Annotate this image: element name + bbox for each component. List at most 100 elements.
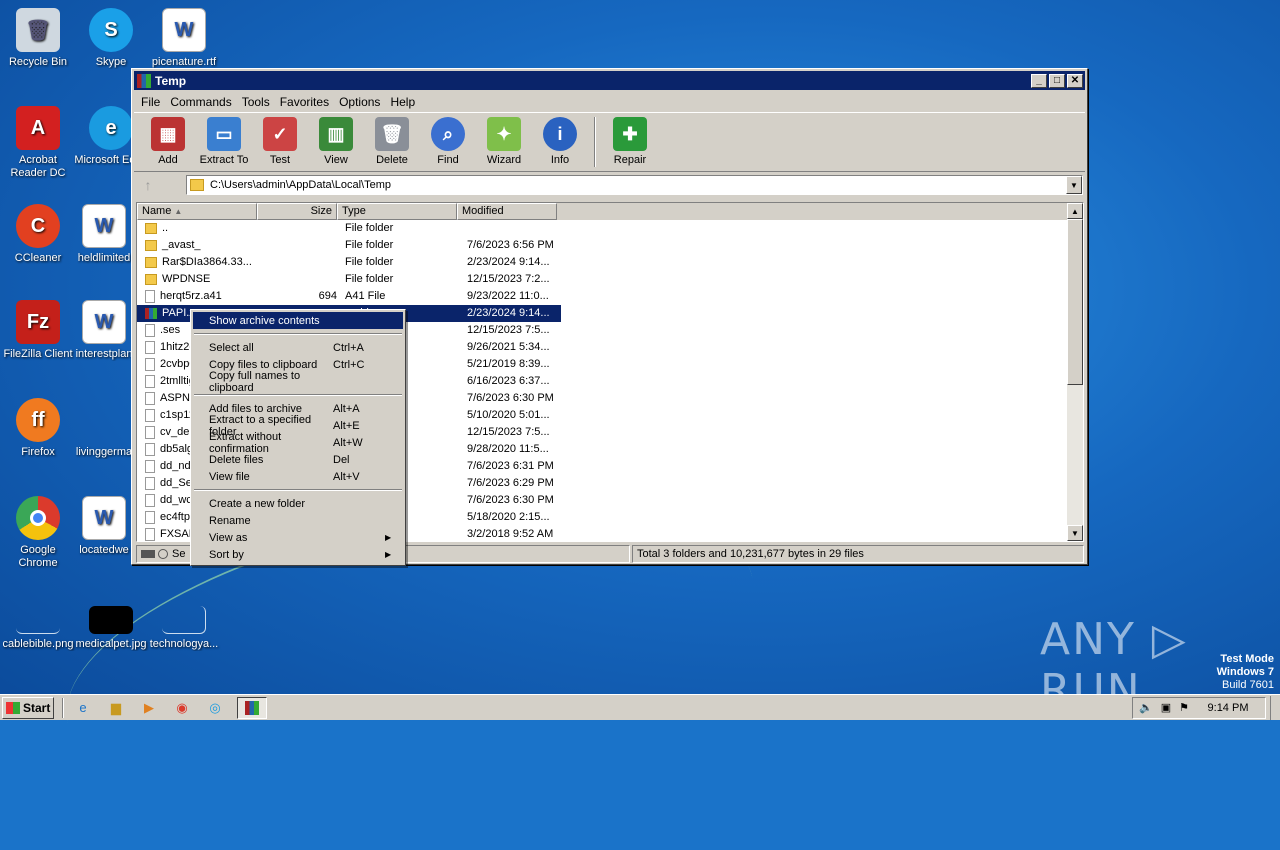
- row-cells: Rar$DIa3864.33... File folder 2/23/2024 …: [137, 254, 561, 271]
- menu-file[interactable]: File: [136, 95, 165, 109]
- desktop-icon-filezilla[interactable]: Fz FileZilla Client: [0, 300, 76, 361]
- up-arrow-icon[interactable]: ↑: [136, 175, 160, 195]
- menu-help[interactable]: Help: [385, 95, 420, 109]
- menu-item-shortcut: Ctrl+C: [333, 358, 365, 371]
- context-menu-item[interactable]: Rename: [193, 512, 403, 529]
- cell-type: File folder: [345, 256, 394, 268]
- file-name: _avast_: [162, 239, 201, 251]
- context-menu-item[interactable]: View as ▶: [193, 529, 403, 546]
- cell-type: File folder: [345, 239, 394, 251]
- title-bar[interactable]: Temp _ □ ✕: [134, 71, 1085, 90]
- menu-tools[interactable]: Tools: [237, 95, 275, 109]
- close-button[interactable]: ✕: [1067, 73, 1083, 88]
- add-button[interactable]: ▦ Add: [140, 117, 196, 166]
- tool-label: Info: [550, 154, 570, 166]
- file-row[interactable]: WPDNSE File folder 12/15/2023 7:2...: [137, 271, 1083, 288]
- windows-watermark: Test Mode Windows 7 Build 7601: [1217, 653, 1274, 692]
- column-header-size[interactable]: Size: [257, 203, 337, 220]
- test-button[interactable]: ✓ Test: [252, 117, 308, 166]
- desktop-icon-cablebible[interactable]: cablebible.png: [0, 606, 76, 651]
- context-menu-item[interactable]: Show archive contents: [193, 312, 403, 329]
- context-menu-item[interactable]: Extract without confirmation Alt+W: [193, 431, 403, 455]
- maximize-button[interactable]: □: [1049, 73, 1065, 88]
- tool-label: Test: [269, 154, 291, 166]
- file-icon: [145, 477, 155, 490]
- cell-name: herqt5rz.a41: [141, 288, 261, 305]
- context-menu-item[interactable]: Sort by ▶: [193, 546, 403, 563]
- chrome-icon: [16, 496, 60, 540]
- context-menu-item[interactable]: Select all Ctrl+A: [193, 339, 403, 356]
- find-button[interactable]: ⌕ Find: [420, 117, 476, 166]
- desktop-icon-acrobat[interactable]: A Acrobat Reader DC: [0, 106, 76, 180]
- menu-item-label: Create a new folder: [209, 497, 305, 510]
- delete-button[interactable]: 🗑 Delete: [364, 117, 420, 166]
- edge-icon[interactable]: ◎: [204, 698, 226, 718]
- desktop-icon-ccleaner[interactable]: C CCleaner: [0, 204, 76, 265]
- repair-button[interactable]: ✚ Repair: [602, 117, 658, 166]
- magnifier-icon: ⌕: [431, 117, 465, 151]
- status-left-text: Se: [172, 548, 186, 560]
- desktop-icon-technologya[interactable]: technologya...: [146, 606, 222, 651]
- context-menu-item[interactable]: Copy full names to clipboard: [193, 370, 403, 394]
- cell-modified: 6/16/2023 6:37...: [467, 375, 550, 387]
- extract-to-button[interactable]: ▭ Extract To: [196, 117, 252, 166]
- view-button[interactable]: ▥ View: [308, 117, 364, 166]
- network-icon[interactable]: ▣: [1161, 701, 1171, 714]
- file-row[interactable]: .. File folder: [137, 220, 1083, 237]
- context-menu-item[interactable]: View file Alt+V: [193, 468, 403, 485]
- menu-item-label: Extract without confirmation: [209, 430, 282, 455]
- menu-favorites[interactable]: Favorites: [275, 95, 334, 109]
- explorer-folder-icon[interactable]: ▆: [105, 698, 127, 718]
- cell-modified: 5/21/2019 8:39...: [467, 358, 550, 370]
- context-menu-item[interactable]: Create a new folder: [193, 495, 403, 512]
- folder-icon: [145, 274, 157, 285]
- minimize-button[interactable]: _: [1031, 73, 1047, 88]
- chevron-down-icon[interactable]: ▼: [1066, 176, 1082, 194]
- cell-modified: 7/6/2023 6:29 PM: [467, 477, 554, 489]
- taskbar-winrar-button[interactable]: [237, 696, 267, 719]
- column-header-name[interactable]: Name ▲: [137, 203, 257, 220]
- tool-label: Find: [437, 154, 459, 166]
- desktop-icon-chrome[interactable]: Google Chrome: [0, 496, 76, 570]
- info-button[interactable]: i Info: [532, 117, 588, 166]
- word-document-icon: W: [82, 300, 126, 344]
- action-center-flag-icon[interactable]: ⚑: [1179, 701, 1189, 714]
- cell-type: File folder: [345, 222, 394, 234]
- status-right: Total 3 folders and 10,231,677 bytes in …: [632, 545, 1084, 563]
- file-row[interactable]: Rar$DIa3864.33... File folder 2/23/2024 …: [137, 254, 1083, 271]
- context-menu-item[interactable]: Delete files Del: [193, 451, 403, 468]
- address-field[interactable]: C:\Users\admin\AppData\Local\Temp ▼: [186, 175, 1083, 195]
- desktop-icon-recycle-bin[interactable]: 🗑 Recycle Bin: [0, 8, 76, 69]
- file-icon: [145, 358, 155, 371]
- desktop-icon-label: medicalpet.jpg: [75, 638, 147, 650]
- desktop-icon-medicalpet[interactable]: medicalpet.jpg: [73, 606, 149, 651]
- cell-modified: 12/15/2023 7:2...: [467, 273, 550, 285]
- file-row[interactable]: _avast_ File folder 7/6/2023 6:56 PM: [137, 237, 1083, 254]
- start-label: Start: [23, 700, 51, 715]
- cell-modified: 2/23/2024 9:14...: [467, 256, 550, 268]
- menu-commands[interactable]: Commands: [165, 95, 236, 109]
- chrome-icon[interactable]: ◉: [171, 698, 193, 718]
- scroll-up-icon[interactable]: ▲: [1067, 203, 1083, 219]
- column-header-modified[interactable]: Modified: [457, 203, 557, 220]
- scroll-thumb[interactable]: [1067, 219, 1083, 385]
- filezilla-icon: Fz: [16, 300, 60, 344]
- clock[interactable]: 9:14 PM: [1197, 702, 1259, 714]
- media-player-icon[interactable]: ▶: [138, 698, 160, 718]
- vertical-scrollbar[interactable]: ▲ ▼: [1067, 203, 1083, 541]
- column-header-type[interactable]: Type: [337, 203, 457, 220]
- speaker-icon[interactable]: 🔈: [1139, 701, 1153, 714]
- menu-bar: File Commands Tools Favorites Options He…: [132, 92, 1087, 112]
- menu-options[interactable]: Options: [334, 95, 385, 109]
- desktop-icon-firefox[interactable]: ff Firefox: [0, 398, 76, 459]
- start-button[interactable]: Start: [2, 696, 54, 719]
- show-desktop-button[interactable]: [1270, 695, 1280, 720]
- desktop-icon-picenature[interactable]: W picenature.rtf: [146, 8, 222, 69]
- wizard-button[interactable]: ✦ Wizard: [476, 117, 532, 166]
- scroll-down-icon[interactable]: ▼: [1067, 525, 1083, 541]
- submenu-arrow-icon: ▶: [385, 533, 392, 542]
- desktop-icon-skype[interactable]: S Skype: [73, 8, 149, 69]
- ie-icon[interactable]: e: [72, 698, 94, 718]
- context-menu: Show archive contents Select all Ctrl+A Cop…: [190, 309, 406, 566]
- file-row[interactable]: herqt5rz.a41 694 A41 File 9/23/2022 11:0…: [137, 288, 1083, 305]
